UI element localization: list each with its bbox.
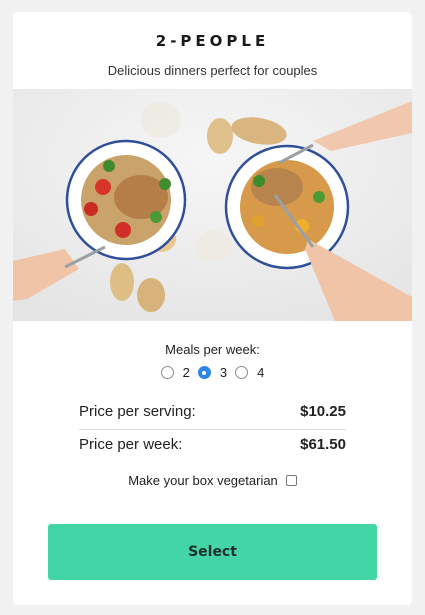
price-per-serving-label: Price per serving:	[79, 403, 196, 420]
meals-option-label: 2	[182, 365, 190, 380]
price-per-serving-value: $10.25	[300, 403, 346, 420]
meal-photo	[13, 89, 412, 321]
radio-button[interactable]	[160, 366, 174, 379]
meals-option-4[interactable]: 4	[235, 365, 264, 380]
radio-button-selected[interactable]	[197, 366, 211, 379]
vegetarian-option[interactable]: Make your box vegetarian	[13, 473, 412, 488]
price-per-serving-row: Price per serving: $10.25	[79, 403, 346, 420]
price-per-week-label: Price per week:	[79, 436, 183, 453]
meals-option-2[interactable]: 2	[160, 365, 190, 380]
meals-option-label: 3	[219, 365, 228, 380]
meals-option-label: 4	[257, 365, 265, 380]
meals-option-3[interactable]: 3	[197, 365, 228, 380]
plan-title: 2-PEOPLE	[155, 32, 270, 50]
meals-per-week-label: Meals per week:	[165, 342, 260, 357]
plan-card: 2-PEOPLE Delicious dinners perfect for c…	[13, 12, 412, 605]
vegetarian-checkbox[interactable]	[285, 475, 297, 486]
select-button[interactable]: Select	[48, 524, 377, 580]
price-per-week-value: $61.50	[300, 436, 346, 453]
plan-subtitle: Delicious dinners perfect for couples	[107, 63, 318, 78]
price-divider	[79, 429, 346, 430]
price-per-week-row: Price per week: $61.50	[79, 436, 346, 453]
radio-button[interactable]	[235, 366, 249, 379]
vegetarian-label: Make your box vegetarian	[128, 473, 278, 488]
meals-per-week-options: 2 3 4	[13, 365, 412, 380]
